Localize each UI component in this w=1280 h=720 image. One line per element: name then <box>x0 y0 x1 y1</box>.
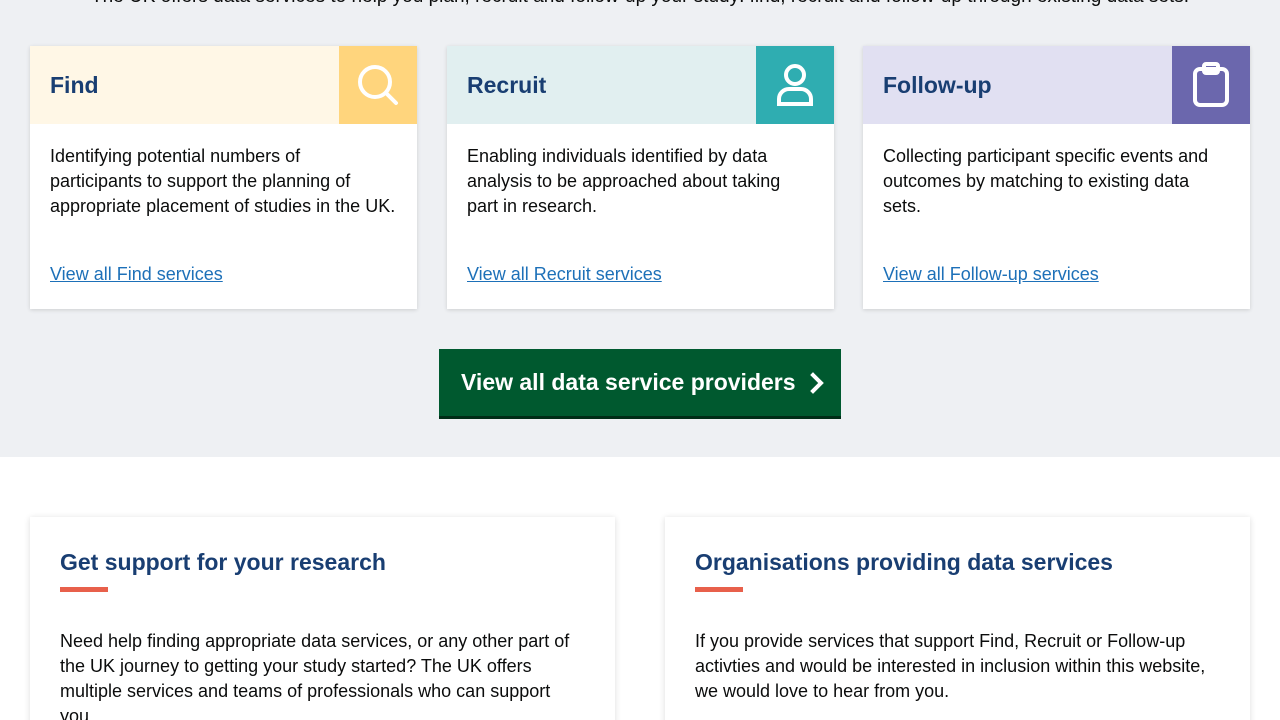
find-card-description: Identifying potential numbers of partici… <box>50 146 396 216</box>
recruit-card: Recruit Enabling individuals identified … <box>447 46 834 309</box>
followup-card: Follow-up Collecting participant specifi… <box>863 46 1250 309</box>
find-card-header: Find <box>30 46 417 124</box>
recruit-card-title: Recruit <box>467 71 547 98</box>
organisations-panel-accent-bar <box>695 587 743 592</box>
view-all-providers-button[interactable]: View all data service providers <box>439 349 841 419</box>
followup-card-header: Follow-up <box>863 46 1250 124</box>
view-all-providers-label: View all data service providers <box>461 369 796 395</box>
find-card: Find Identifying potential numbers of pa… <box>30 46 417 309</box>
recruit-services-link[interactable]: View all Recruit services <box>467 264 662 285</box>
support-panel-text: Need help finding appropriate data servi… <box>60 631 570 720</box>
followup-services-link[interactable]: View all Follow-up services <box>883 264 1099 285</box>
organisations-panel-title: Organisations providing data services <box>695 549 1113 575</box>
services-section: The UK offers data services to help you … <box>0 0 1280 457</box>
recruit-card-header: Recruit <box>447 46 834 124</box>
find-services-link[interactable]: View all Find services <box>50 264 223 285</box>
clipboard-icon <box>1172 46 1250 124</box>
followup-card-description: Collecting participant specific events a… <box>883 146 1209 216</box>
person-icon <box>756 46 834 124</box>
support-panel-title: Get support for your research <box>60 549 386 575</box>
chevron-right-icon <box>809 371 824 394</box>
recruit-card-description: Enabling individuals identified by data … <box>467 146 781 216</box>
organisations-panel-text: If you provide services that support Fin… <box>695 631 1206 701</box>
search-icon <box>339 46 417 124</box>
followup-card-title: Follow-up <box>883 71 992 98</box>
support-panel-accent-bar <box>60 587 108 592</box>
intro-text: The UK offers data services to help you … <box>0 0 1280 8</box>
support-panel: Get support for your research Need help … <box>30 517 615 720</box>
organisations-panel: Organisations providing data services If… <box>665 517 1250 720</box>
find-card-title: Find <box>50 71 99 98</box>
